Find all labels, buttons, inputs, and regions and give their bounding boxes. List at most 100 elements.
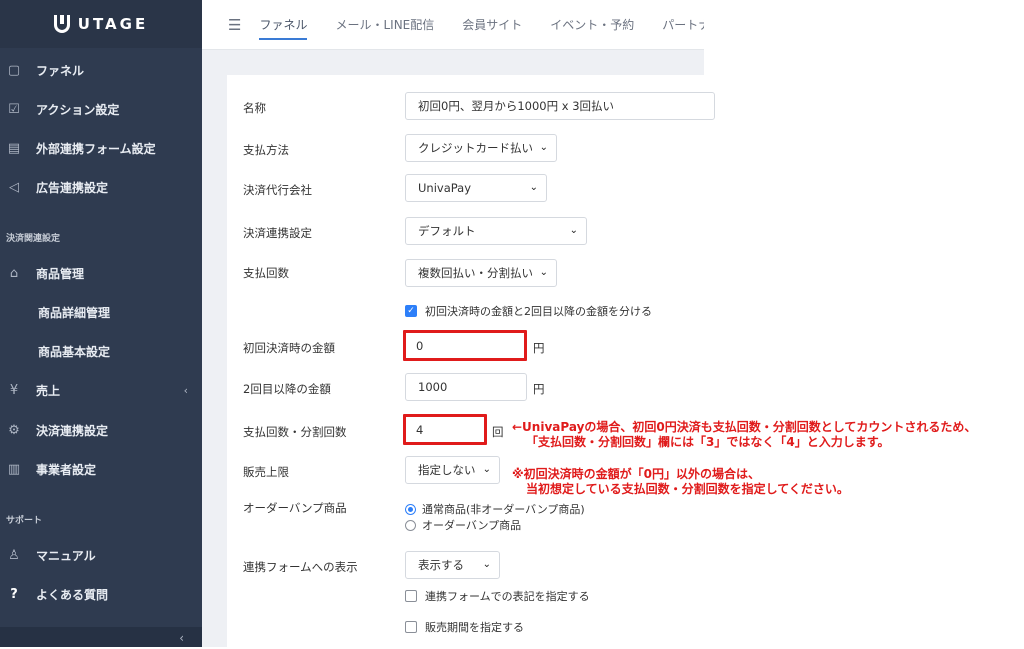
gear-icon: ⚙ [8, 422, 20, 438]
integration-value: デフォルト [418, 224, 476, 238]
top-navigation: ☰ ファネル メール・LINE配信 会員サイト イベント・予約 パートナー [202, 0, 704, 50]
radio-selected-icon [405, 503, 416, 515]
sale-period-checkbox[interactable]: 販売期間を指定する [405, 619, 524, 635]
form-display-value: 表示する [418, 558, 464, 572]
person-icon: ♙ [8, 547, 20, 563]
sales-limit-value: 指定しない [418, 463, 476, 477]
first-amount-unit: 円 [533, 341, 545, 355]
order-bump-label: オーダーバンプ商品 [243, 501, 347, 515]
chevron-down-icon: ⌄ [482, 559, 491, 570]
name-value: 初回0円、翌月から1000円 x 3回払い [418, 99, 615, 113]
chevron-down-icon: ⌄ [529, 182, 538, 193]
chevron-down-icon: ⌄ [482, 464, 491, 475]
tab-funnel[interactable]: ファネル [259, 10, 308, 40]
second-amount-unit: 円 [533, 382, 545, 396]
installments-value: 4 [416, 422, 424, 437]
annotation-line: 当初想定している支払回数・分割回数を指定してください。 [526, 482, 849, 496]
second-amount-value: 1000 [418, 380, 448, 394]
sidebar-item-label: アクション設定 [36, 102, 120, 117]
form-display-label: 連携フォームへの表示 [243, 560, 358, 574]
sidebar-item-action[interactable]: ☑ アクション設定 [0, 94, 202, 124]
second-amount-input[interactable]: 1000 [405, 373, 527, 401]
sidebar-item-manual[interactable]: ♙ マニュアル [0, 540, 202, 570]
order-bump-option-label: 通常商品(非オーダーバンプ商品) [422, 503, 585, 516]
order-bump-option-bump[interactable]: オーダーバンプ商品 [405, 517, 521, 533]
sidebar-item-label: 外部連携フォーム設定 [36, 141, 156, 156]
order-bump-option-label: オーダーバンプ商品 [422, 519, 522, 532]
tab-partner[interactable]: パートナー [662, 10, 704, 39]
agency-value: UnivaPay [418, 181, 472, 195]
sidebar-item-label: 決済連携設定 [36, 423, 109, 438]
payment-section-heading: 決済関連設定 [6, 234, 61, 244]
installments-input[interactable]: 4 [403, 414, 487, 445]
annotation-amount-note: ※初回決済時の金額が「0円」以外の場合は、 当初想定している支払回数・分割回数を… [512, 467, 849, 497]
payment-method-select[interactable]: クレジットカード払い ⌄ [405, 134, 557, 162]
split-amount-label: 初回決済時の金額と2回目以降の金額を分ける [425, 305, 652, 318]
sale-period-label: 販売期間を指定する [425, 621, 524, 634]
tab-mail-line[interactable]: メール・LINE配信 [335, 10, 434, 39]
sidebar-item-label: 商品管理 [36, 266, 85, 281]
sales-limit-label: 販売上限 [243, 465, 289, 479]
sidebar-item-label: マニュアル [36, 548, 96, 563]
sidebar-item-label: 商品詳細管理 [38, 305, 111, 320]
payment-method-value: クレジットカード払い [418, 141, 533, 155]
sidebar-item-label: 商品基本設定 [38, 344, 111, 359]
first-amount-input[interactable]: 0 [403, 330, 527, 361]
check-square-icon: ☑ [8, 101, 20, 117]
second-amount-label: 2回目以降の金額 [243, 382, 331, 396]
yen-icon: ¥ [9, 382, 19, 398]
integration-label: 決済連携設定 [243, 226, 312, 240]
hamburger-menu-icon[interactable]: ☰ [228, 16, 241, 34]
sales-limit-select[interactable]: 指定しない ⌄ [405, 456, 500, 484]
radio-unselected-icon [405, 519, 416, 531]
first-amount-value: 0 [416, 338, 424, 353]
utage-logo-icon [53, 15, 70, 33]
chevron-down-icon: ⌄ [539, 142, 548, 153]
form-notation-label: 連携フォームでの表記を指定する [425, 590, 590, 603]
order-bump-option-normal[interactable]: 通常商品(非オーダーバンプ商品) [405, 501, 585, 517]
annotation-line: 「支払回数・分割回数」欄には「3」ではなく「4」と入力します。 [526, 435, 890, 449]
checkbox-unchecked-icon [405, 590, 417, 602]
name-input[interactable]: 初回0円、翌月から1000円 x 3回払い [405, 92, 715, 120]
logo-text: UTAGE [77, 15, 149, 33]
chevron-left-icon: ‹ [183, 383, 188, 397]
form-notation-checkbox[interactable]: 連携フォームでの表記を指定する [405, 588, 590, 604]
payment-count-value: 複数回払い・分割払い [418, 266, 533, 280]
sidebar-item-label: 広告連携設定 [36, 180, 109, 195]
integration-select[interactable]: デフォルト ⌄ [405, 217, 587, 245]
logo[interactable]: UTAGE [0, 0, 202, 48]
installments-label: 支払回数・分割回数 [243, 425, 347, 439]
megaphone-icon: ◁ [9, 179, 19, 195]
question-icon: ? [10, 586, 18, 602]
checkbox-checked-icon: ✓ [405, 305, 417, 317]
sidebar-item-payment-integration[interactable]: ⚙ 決済連携設定 [0, 415, 202, 445]
first-amount-label: 初回決済時の金額 [243, 341, 335, 355]
annotation-line: ←UnivaPayの場合、初回0円決済も支払回数・分割回数としてカウントされるた… [512, 420, 977, 434]
support-section-heading: サポート [6, 516, 43, 526]
payment-count-select[interactable]: 複数回払い・分割払い ⌄ [405, 259, 557, 287]
chevron-down-icon: ⌄ [569, 225, 578, 236]
sidebar-item-sales[interactable]: ¥ 売上 ‹ [0, 375, 202, 405]
tab-member-site[interactable]: 会員サイト [462, 10, 522, 39]
sidebar-item-external-form[interactable]: ▤ 外部連携フォーム設定 [0, 133, 202, 163]
sidebar-item-products[interactable]: ⌂ 商品管理 [0, 258, 202, 288]
sidebar-item-product-basic[interactable]: 商品基本設定 [0, 336, 202, 366]
sidebar-item-faq[interactable]: ? よくある質問 [0, 579, 202, 609]
chevron-left-icon: ‹ [179, 631, 184, 645]
form-display-select[interactable]: 表示する ⌄ [405, 551, 500, 579]
annotation-univapay-note: ←UnivaPayの場合、初回0円決済も支払回数・分割回数としてカウントされるた… [512, 420, 976, 450]
agency-select[interactable]: UnivaPay ⌄ [405, 174, 547, 202]
tab-event[interactable]: イベント・予約 [550, 10, 634, 39]
split-amount-checkbox[interactable]: ✓ 初回決済時の金額と2回目以降の金額を分ける [405, 303, 652, 319]
sidebar-item-business[interactable]: ▥ 事業者設定 [0, 454, 202, 484]
sidebar-item-label: 売上 [36, 383, 61, 398]
name-label: 名称 [243, 101, 266, 115]
sidebar-item-product-detail[interactable]: 商品詳細管理 [0, 297, 202, 327]
sidebar-item-funnel[interactable]: ▢ ファネル [0, 55, 202, 85]
installments-unit: 回 [492, 425, 504, 439]
payment-method-label: 支払方法 [243, 143, 289, 157]
sidebar-collapse-button[interactable]: ‹ [0, 627, 202, 647]
annotation-line: ※初回決済時の金額が「0円」以外の場合は、 [512, 467, 761, 481]
sidebar-item-ads[interactable]: ◁ 広告連携設定 [0, 172, 202, 202]
form-icon: ▤ [7, 140, 21, 156]
